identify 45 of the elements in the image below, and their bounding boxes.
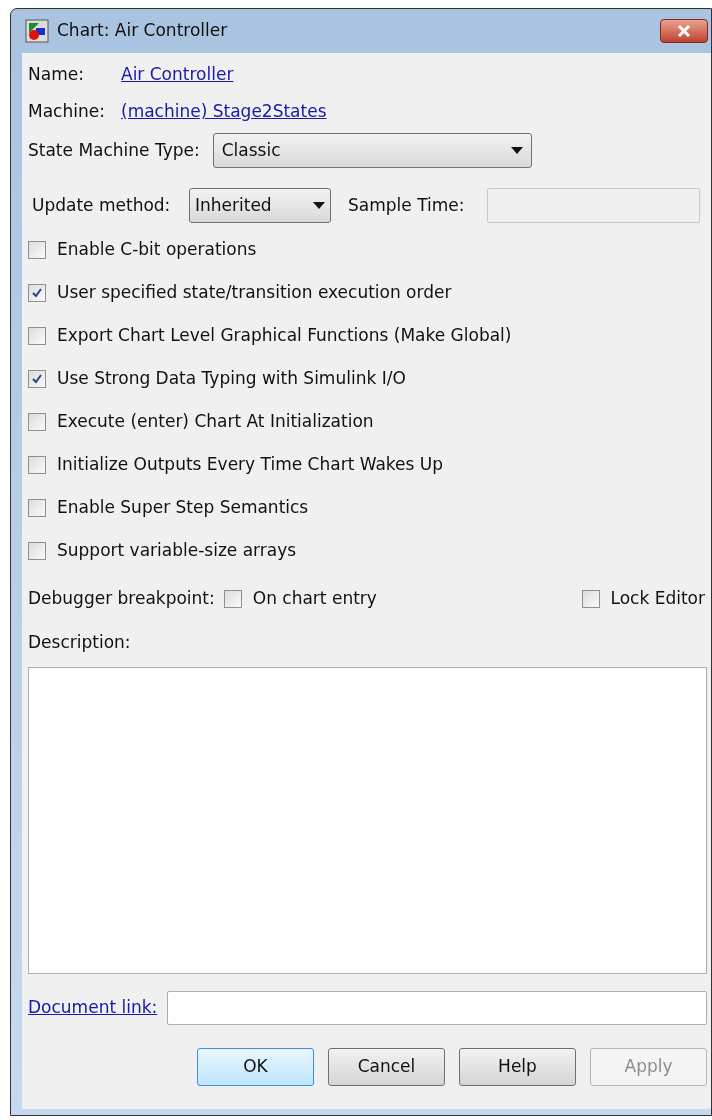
field-label: Debugger breakpoint: bbox=[28, 587, 215, 611]
dialog-button[interactable]: OK bbox=[197, 1048, 314, 1086]
option-label: Enable Super Step Semantics bbox=[57, 496, 309, 520]
field-label: Update method: bbox=[32, 193, 172, 217]
window-title: Chart: Air Controller bbox=[57, 19, 228, 43]
checkbox[interactable] bbox=[28, 456, 46, 474]
field-label: Sample Time: bbox=[348, 193, 466, 217]
caret-icon bbox=[313, 202, 325, 209]
chart-app-icon bbox=[25, 19, 49, 43]
state-machine-type-dropdown[interactable]: Classic bbox=[212, 133, 532, 168]
checkbox[interactable] bbox=[28, 413, 46, 431]
checkbox[interactable] bbox=[28, 542, 46, 560]
close-icon bbox=[677, 25, 691, 37]
check-icon bbox=[31, 287, 43, 299]
machine-link[interactable]: (machine) Stage2States bbox=[121, 99, 327, 125]
check-icon bbox=[31, 373, 43, 385]
option-label: On chart entry bbox=[252, 587, 377, 611]
option-label: Use Strong Data Typing with Simulink I/O bbox=[57, 367, 406, 391]
checkbox[interactable] bbox=[223, 590, 242, 608]
option-label: Initialize Outputs Every Time Chart Wakes Up bbox=[57, 453, 444, 477]
checkbox[interactable] bbox=[28, 241, 46, 259]
dialog-button[interactable]: Help bbox=[459, 1048, 576, 1086]
field-label: State Machine Type: bbox=[28, 138, 200, 162]
description-label: Description: bbox=[28, 631, 132, 654]
field-label: Name: bbox=[28, 63, 85, 87]
update-method-dropdown[interactable]: Inherited bbox=[189, 188, 331, 223]
checkbox[interactable] bbox=[28, 370, 46, 388]
option-label: User specified state/transition execution order bbox=[57, 281, 452, 305]
field-label: Machine: bbox=[28, 100, 106, 124]
option-label: Support variable-size arrays bbox=[57, 539, 297, 563]
dialog-button[interactable]: Cancel bbox=[328, 1048, 445, 1086]
checkbox[interactable] bbox=[28, 499, 46, 517]
document-link-field[interactable] bbox=[167, 991, 707, 1025]
checkbox[interactable] bbox=[28, 327, 46, 345]
caret-icon bbox=[510, 147, 523, 154]
document-link[interactable]: Document link: bbox=[28, 995, 158, 1021]
option-label: Enable C-bit operations bbox=[57, 238, 257, 262]
close-button[interactable] bbox=[660, 19, 708, 43]
checkbox[interactable] bbox=[581, 590, 600, 608]
option-label: Execute (enter) Chart At Initialization bbox=[57, 410, 374, 434]
option-label: Lock Editor bbox=[610, 587, 705, 611]
name-link[interactable]: Air Controller bbox=[121, 62, 234, 88]
description-field[interactable] bbox=[28, 667, 707, 974]
option-label: Export Chart Level Graphical Functions (Make Global) bbox=[57, 324, 512, 348]
checkbox[interactable] bbox=[28, 284, 46, 302]
